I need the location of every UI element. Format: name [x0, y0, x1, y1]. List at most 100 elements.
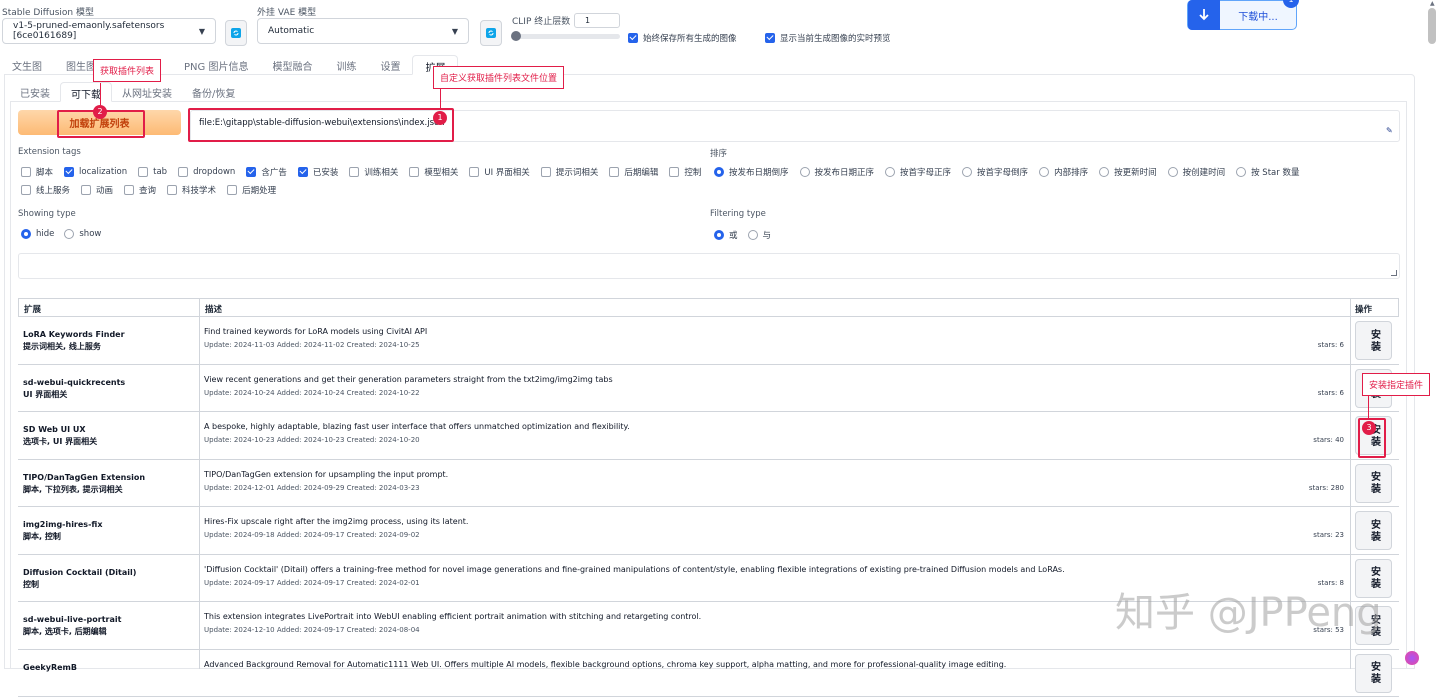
checkbox-icon [349, 167, 359, 177]
tab-settings[interactable]: 设置 [368, 55, 412, 75]
extension-name: img2img-hires-fix [23, 519, 102, 531]
tag-checkbox-1[interactable]: 动画 [81, 184, 113, 196]
search-textarea[interactable] [18, 253, 1400, 279]
sort-radio-6[interactable]: 按创建时间 [1168, 166, 1226, 178]
tags-row-1: 脚本 localization tab dropdown 含广告 已安装训练相关模型相关 U… [21, 166, 701, 178]
install-button[interactable]: 安装 [1355, 321, 1392, 360]
sort-radio-0[interactable]: 按发布日期倒序 [714, 166, 789, 178]
tag-checkbox-4[interactable]: 后期处理 [227, 184, 276, 196]
annotation-number-1: 1 [433, 111, 447, 125]
tag-checkbox-3[interactable]: 科技学术 [167, 184, 216, 196]
extension-name: TIPO/DanTagGen Extension [23, 472, 145, 484]
tab-txt2img[interactable]: 文生图 [0, 55, 54, 75]
install-button[interactable]: 安装 [1355, 464, 1392, 503]
tag-checkbox-label: 线上服务 [36, 184, 70, 196]
sort-radio-5[interactable]: 按更新时间 [1099, 166, 1157, 178]
vae-label: 外挂 VAE 模型 [257, 5, 316, 18]
model-select[interactable]: v1-5-pruned-emaonly.safetensors [6ce0161… [2, 18, 216, 44]
tag-checkbox-label: 动画 [96, 184, 113, 196]
tab-merge[interactable]: 模型融合 [260, 55, 324, 75]
checkbox-icon [21, 167, 31, 177]
tag-checkbox-label: 脚本 [36, 166, 53, 178]
tag-checkbox-6[interactable]: 训练相关 [349, 166, 398, 178]
refresh-icon [230, 27, 242, 39]
clip-slider[interactable] [512, 34, 620, 39]
showing-options: hide show [21, 229, 101, 239]
tag-checkbox-2[interactable]: tab [138, 167, 167, 177]
filtering-radio-label: 与 [763, 229, 772, 241]
tag-checkbox-label: dropdown [193, 167, 235, 177]
sort-radio-label: 按发布日期倒序 [729, 166, 789, 178]
resize-handle-icon[interactable] [1391, 270, 1397, 276]
tag-checkbox-label: 查询 [139, 184, 156, 196]
tag-checkbox-5[interactable]: 已安装 [298, 166, 339, 178]
checkbox-icon [178, 167, 188, 177]
sort-radio-label: 内部排序 [1054, 166, 1088, 178]
tag-checkbox-7[interactable]: 模型相关 [409, 166, 458, 178]
subtab-backup[interactable]: 备份/恢复 [182, 82, 245, 102]
tab-png-info[interactable]: PNG 图片信息 [172, 55, 260, 75]
checkbox-icon [21, 185, 31, 195]
extension-dates: Update: 2024-12-01 Added: 2024-09-29 Cre… [204, 484, 420, 492]
show-preview-label: 显示当前生成图像的实时预览 [780, 32, 891, 44]
edit-icon[interactable]: ✎ [1386, 126, 1393, 135]
extension-name: Diffusion Cocktail (Ditail) [23, 567, 136, 579]
sort-radio-7[interactable]: 按 Star 数量 [1236, 166, 1299, 178]
filtering-radio-1[interactable]: 与 [748, 229, 772, 241]
sort-radio-1[interactable]: 按发布日期正序 [800, 166, 875, 178]
extension-description: A bespoke, highly adaptable, blazing fas… [204, 422, 630, 431]
checkbox-icon [541, 167, 551, 177]
refresh-model-button[interactable] [225, 20, 247, 46]
extension-stars: stars: 40 [1313, 436, 1344, 444]
always-save-label: 始终保存所有生成的图像 [643, 32, 737, 44]
tag-checkbox-10[interactable]: 后期编辑 [609, 166, 658, 178]
annotation-note-1: 自定义获取插件列表文件位置 [433, 66, 564, 89]
sort-radio-3[interactable]: 按首字母倒序 [962, 166, 1028, 178]
clip-number-input[interactable]: 1 [574, 13, 620, 28]
install-button[interactable]: 安装 [1355, 511, 1392, 550]
always-save-checkbox[interactable]: 始终保存所有生成的图像 [628, 32, 737, 44]
tab-train[interactable]: 训练 [324, 55, 368, 75]
tag-checkbox-label: 后期处理 [242, 184, 276, 196]
sort-radio-label: 按首字母正序 [900, 166, 951, 178]
tag-checkbox-0[interactable]: 脚本 [21, 166, 53, 178]
sort-radio-4[interactable]: 内部排序 [1039, 166, 1088, 178]
tag-checkbox-11[interactable]: 控制 [669, 166, 701, 178]
tag-checkbox-4[interactable]: 含广告 [246, 166, 287, 178]
extension-dates: Update: 2024-10-24 Added: 2024-10-24 Cre… [204, 389, 420, 397]
tag-checkbox-2[interactable]: 查询 [124, 184, 156, 196]
assistant-icon[interactable] [1405, 651, 1419, 665]
tag-checkbox-1[interactable]: localization [64, 167, 127, 177]
extension-dates: Update: 2024-09-17 Added: 2024-09-17 Cre… [204, 579, 420, 587]
sort-radio-2[interactable]: 按首字母正序 [885, 166, 951, 178]
model-value: v1-5-pruned-emaonly.safetensors [6ce0161… [13, 21, 199, 41]
install-button[interactable]: 安装 [1355, 654, 1392, 693]
extension-subtabs: 已安装 可下载 从网址安装 备份/恢复 [10, 82, 245, 102]
showing-radio-0[interactable]: hide [21, 229, 54, 239]
radio-icon [1039, 167, 1049, 177]
subtab-installed[interactable]: 已安装 [10, 82, 60, 102]
checkbox-icon [81, 185, 91, 195]
extension-stars: stars: 23 [1313, 531, 1344, 539]
top-settings-bar: Stable Diffusion 模型 v1-5-pruned-emaonly.… [0, 0, 1440, 50]
watermark: 知乎 @JPPeng [1115, 580, 1382, 638]
tag-checkbox-0[interactable]: 线上服务 [21, 184, 70, 196]
page-scrollbar[interactable] [1428, 8, 1436, 44]
tag-checkbox-label: 科技学术 [182, 184, 216, 196]
filtering-radio-0[interactable]: 或 [714, 229, 738, 241]
tag-checkbox-8[interactable]: UI 界面相关 [469, 166, 529, 178]
slider-thumb[interactable] [511, 31, 521, 41]
showing-radio-1[interactable]: show [64, 229, 101, 239]
table-row: SD Web UI UX选项卡, UI 界面相关A bespoke, highl… [18, 412, 1399, 460]
scroll-up-icon[interactable]: ▲ [1430, 0, 1435, 7]
table-row: GeekyRemBAdvanced Background Removal for… [18, 650, 1399, 697]
subtab-install-from-url[interactable]: 从网址安装 [112, 82, 182, 102]
show-preview-checkbox[interactable]: 显示当前生成图像的实时预览 [765, 32, 891, 44]
vae-select[interactable]: Automatic ▼ [257, 18, 469, 44]
refresh-vae-button[interactable] [480, 20, 502, 46]
tag-checkbox-label: 已安装 [313, 166, 339, 178]
subtab-available[interactable]: 可下载 [60, 82, 112, 102]
tag-checkbox-9[interactable]: 提示词相关 [541, 166, 599, 178]
tag-checkbox-3[interactable]: dropdown [178, 167, 235, 177]
download-button[interactable]: 下载中... [1187, 0, 1297, 30]
